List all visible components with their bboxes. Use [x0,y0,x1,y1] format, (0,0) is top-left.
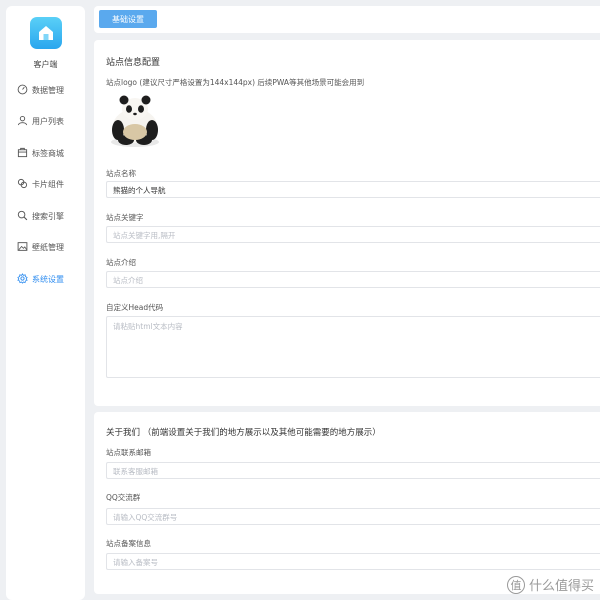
search-icon [17,210,28,221]
logo-label: 站点logo (建议尺寸严格设置为144x144px) 后续PWA等其他场景可能… [106,78,365,87]
section-title: 关于我们 （前端设置关于我们的地方展示以及其他可能需要的地方展示） [106,428,381,438]
image-icon [17,242,28,251]
custom-head-textarea[interactable]: 请粘贴html文本内容 [106,316,600,378]
site-name-input[interactable]: 熊猫的个人导航 [106,181,600,198]
sidebar-item-users[interactable]: 用户列表 [6,110,85,132]
custom-head-label: 自定义Head代码 [106,303,164,312]
qq-group-label: QQ交流群 [106,493,141,502]
sidebar-item-label: 数据管理 [32,86,64,95]
qq-group-input[interactable]: 请输入QQ交流群号 [106,508,600,525]
shop-icon [17,147,28,158]
app-logo[interactable] [30,17,62,49]
sidebar-item-search-engine[interactable]: 搜索引擎 [6,205,85,227]
tab-basic-settings[interactable]: 基础设置 [99,10,157,28]
contact-email-label: 站点联系邮箱 [106,448,151,457]
icp-input[interactable]: 请输入备案号 [106,553,600,570]
top-tab-bar: 基础设置 [94,6,600,33]
watermark: 值 什么值得买 [506,575,594,594]
user-icon [17,116,28,126]
site-logo-image[interactable] [106,92,164,148]
gear-icon [17,273,28,284]
site-keywords-label: 站点关键字 [106,213,144,222]
section-title: 站点信息配置 [106,58,161,68]
watermark-text: 什么值得买 [528,579,594,594]
sidebar-item-label: 卡片组件 [32,180,64,189]
sidebar: 客户端 数据管理 用户列表 标签商城 卡片组件 搜索引擎 壁纸管理 系统设置 [6,6,85,600]
sidebar-item-label: 用户列表 [32,117,64,126]
site-info-card: 站点信息配置 站点logo (建议尺寸严格设置为144x144px) 后续PWA… [94,40,600,406]
site-intro-label: 站点介绍 [106,258,136,267]
sidebar-item-system-settings[interactable]: 系统设置 [6,268,85,290]
gauge-icon [17,84,28,95]
about-card: 关于我们 （前端设置关于我们的地方展示以及其他可能需要的地方展示） 站点联系邮箱… [94,412,600,594]
site-keywords-input[interactable]: 站点关键字用,隔开 [106,226,600,243]
icp-label: 站点备案信息 [106,539,151,548]
sidebar-item-wallpaper[interactable]: 壁纸管理 [6,236,85,258]
brand-label: 客户端 [33,60,58,69]
site-intro-input[interactable]: 站点介绍 [106,271,600,288]
cards-icon [17,178,28,189]
site-name-label: 站点名称 [106,169,136,178]
sidebar-item-label: 系统设置 [32,275,64,284]
contact-email-input[interactable]: 联系客服邮箱 [106,462,600,479]
sidebar-item-label: 搜索引擎 [32,212,64,221]
sidebar-item-dashboard[interactable]: 数据管理 [6,79,85,101]
watermark-badge: 值 [506,575,525,594]
sidebar-item-tag-store[interactable]: 标签商城 [6,142,85,164]
sidebar-item-label: 标签商城 [32,149,64,158]
sidebar-item-label: 壁纸管理 [32,243,64,252]
home-icon [39,26,53,40]
sidebar-item-cards[interactable]: 卡片组件 [6,173,85,195]
